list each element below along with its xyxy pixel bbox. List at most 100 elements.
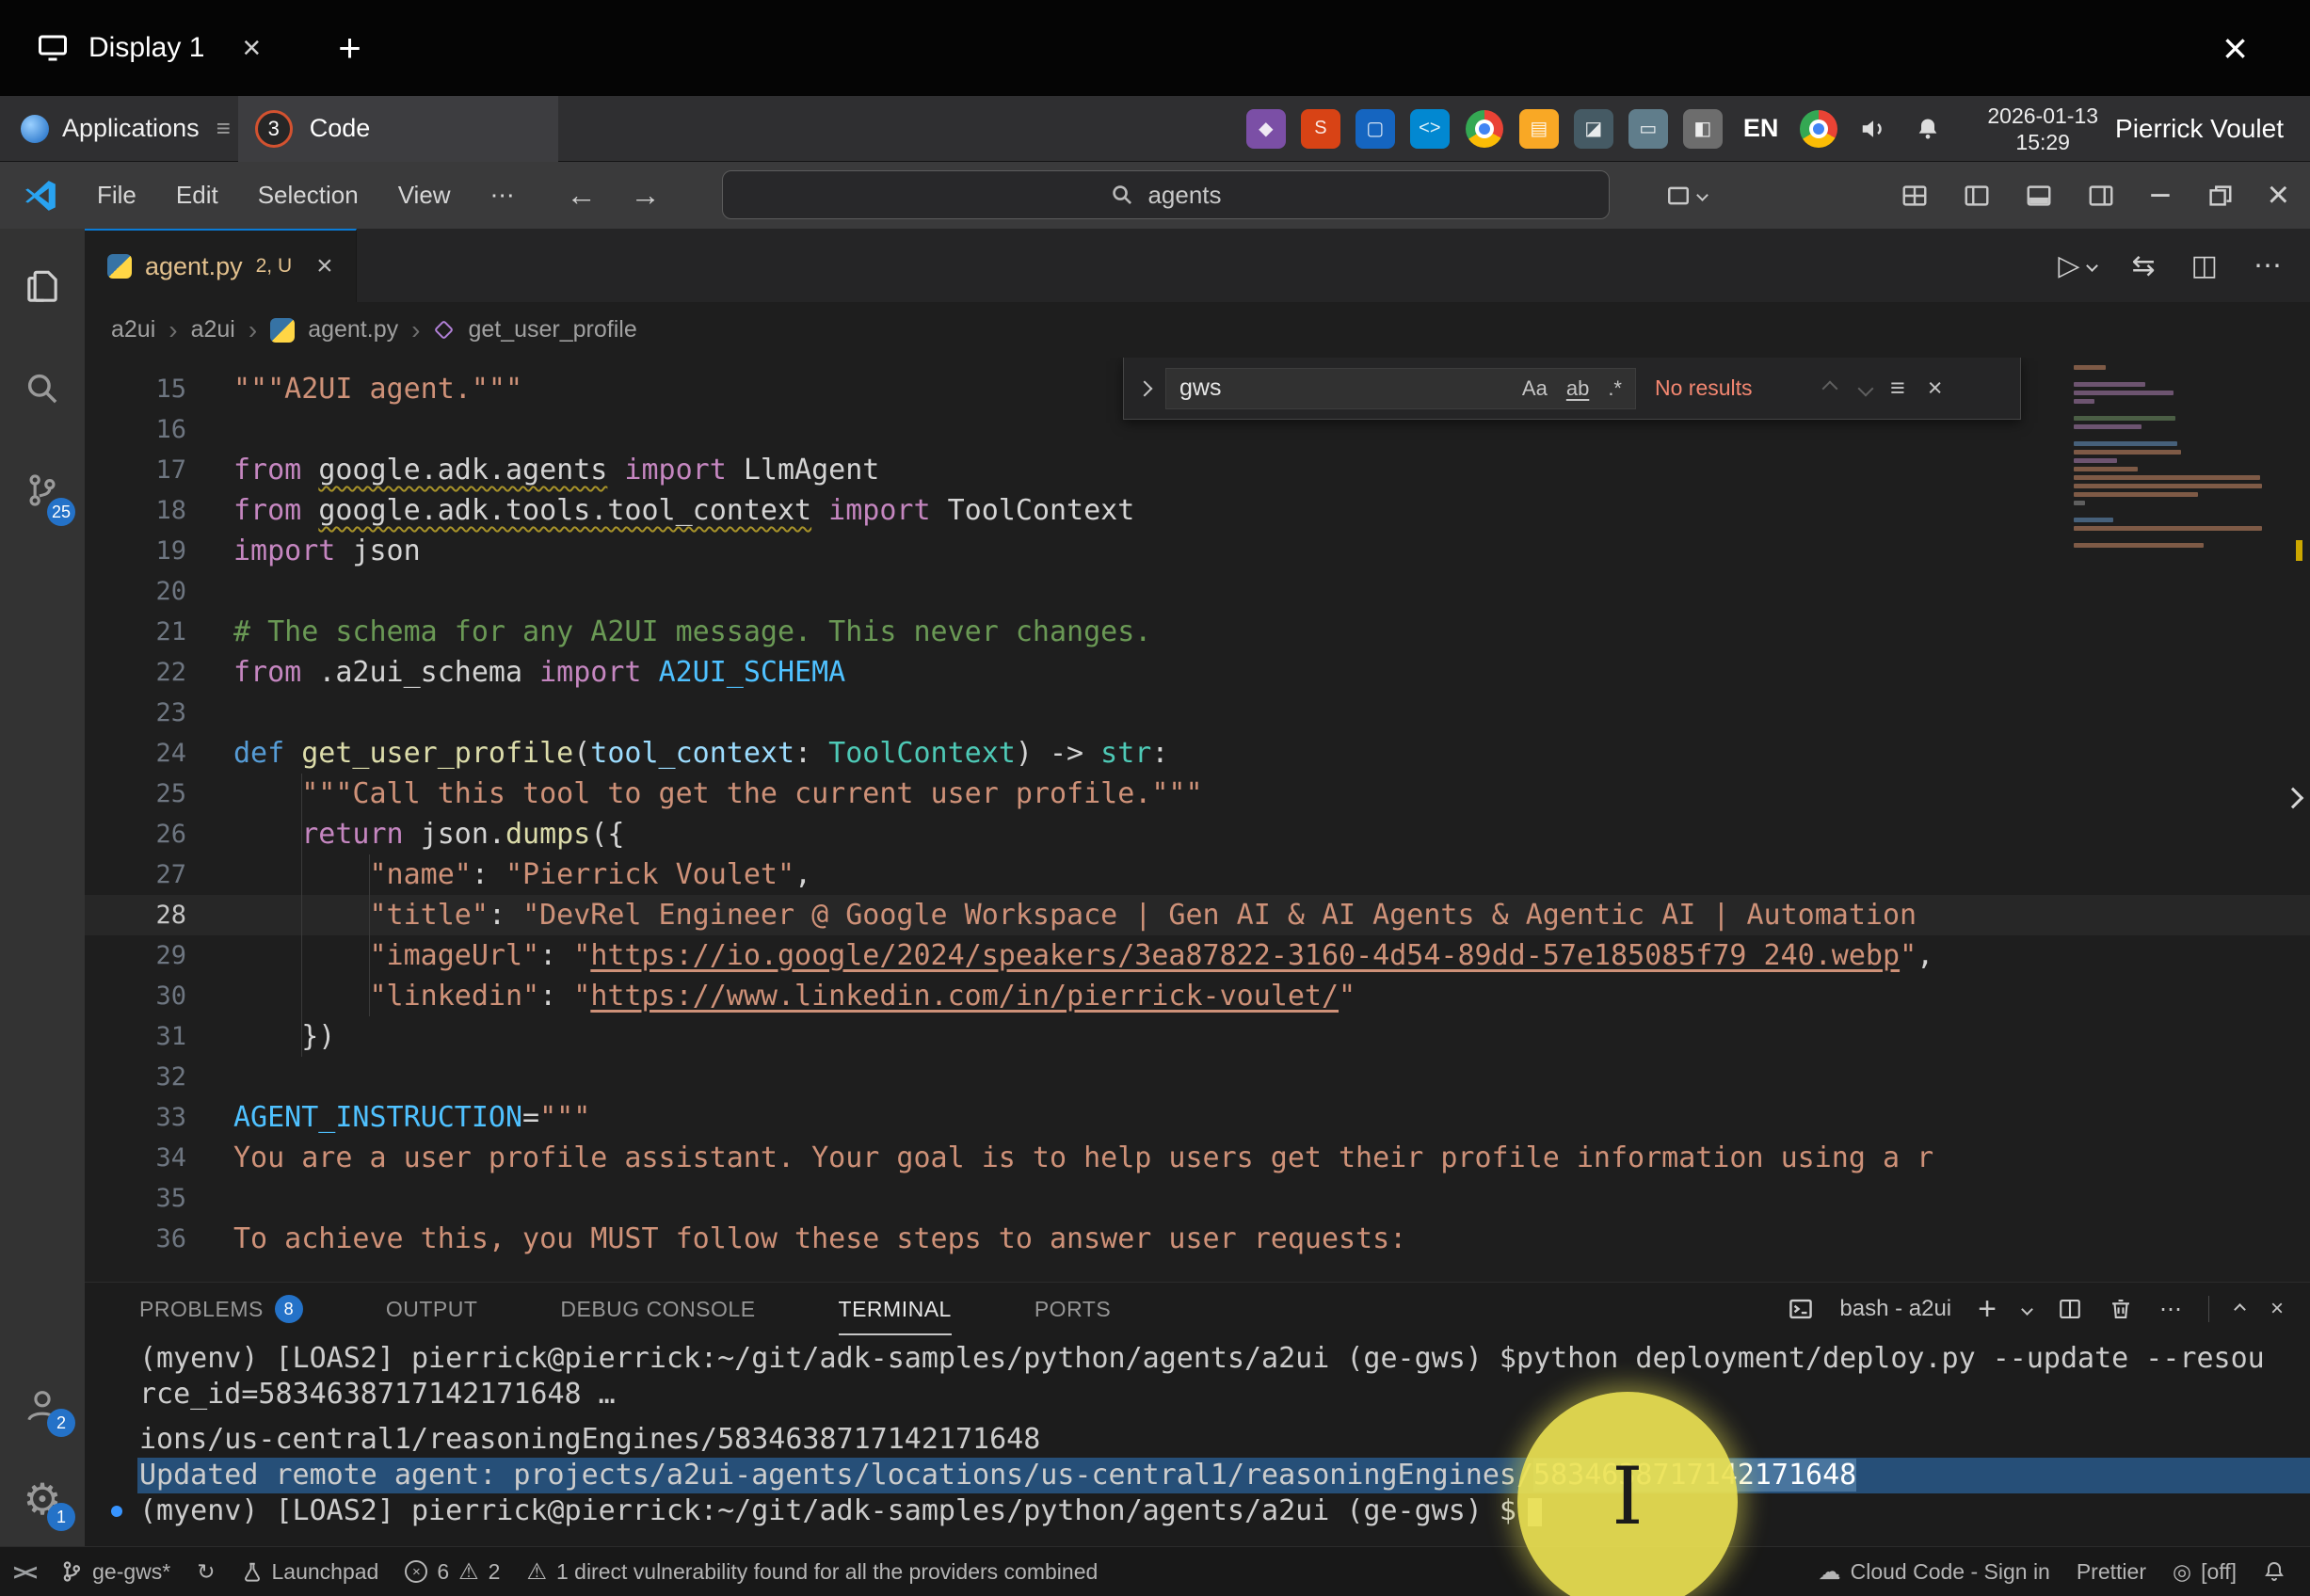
editor-line[interactable]: 20 [85,571,2310,612]
kill-terminal-icon[interactable] [2109,1297,2133,1321]
editor-line[interactable]: 19import json [85,531,2310,571]
line-number[interactable]: 22 [85,658,186,687]
split-terminal-icon[interactable] [2058,1297,2082,1321]
menu-file[interactable]: File [77,181,156,210]
breadcrumb-item[interactable]: agent.py [308,316,398,343]
toggle-secondary-sidebar-icon[interactable] [2087,182,2115,210]
minimap[interactable] [2068,358,2310,1282]
line-number[interactable]: 26 [85,820,186,849]
line-number[interactable]: 36 [85,1224,186,1253]
line-number[interactable]: 17 [85,455,186,485]
chrome-app-icon[interactable] [1465,109,1504,149]
git-branch-item[interactable]: ge-gws* [47,1547,184,1596]
line-number[interactable]: 15 [85,375,186,404]
tab-close-icon[interactable]: × [316,250,333,282]
line-number[interactable]: 25 [85,779,186,808]
applications-menu[interactable]: Applications [11,96,209,162]
more-actions-icon[interactable]: ⋯ [2254,249,2282,282]
panel-tab-terminal[interactable]: TERMINAL [839,1283,952,1335]
off-indicator-item[interactable]: ◎ [off] [2159,1547,2250,1596]
split-editor-icon[interactable]: ◫ [2191,249,2218,282]
cloud-code-item[interactable]: ☁ Cloud Code - Sign in [1805,1547,2063,1596]
file-manager-app-icon[interactable]: ▤ [1519,109,1559,149]
breadcrumb-item[interactable]: a2ui [191,316,235,343]
back-button[interactable]: ← [567,178,597,213]
prettier-item[interactable]: Prettier [2063,1547,2159,1596]
line-number[interactable]: 24 [85,739,186,768]
line-number[interactable]: 16 [85,415,186,444]
find-in-selection-icon[interactable]: ≡ [1890,374,1905,403]
menu-edit[interactable]: Edit [156,181,238,210]
panel-more-icon[interactable]: ⋯ [2159,1296,2182,1323]
editor-line[interactable]: 34You are a user profile assistant. Your… [85,1138,2310,1178]
line-number[interactable]: 19 [85,536,186,566]
line-number[interactable]: 18 [85,496,186,525]
minimize-button[interactable]: − [2149,177,2171,215]
editor-line[interactable]: 17from google.adk.agents import LlmAgent [85,450,2310,490]
toggle-panel-icon[interactable] [2025,182,2053,210]
line-number[interactable]: 32 [85,1062,186,1092]
line-number[interactable]: 27 [85,860,186,889]
vscode-app-icon[interactable]: <> [1410,109,1450,149]
remote-indicator[interactable]: >< [0,1547,47,1596]
editor-line[interactable]: 27 "name": "Pierrick Voulet", [85,854,2310,895]
search-view-icon[interactable] [0,338,85,439]
find-previous-icon[interactable] [1822,380,1838,396]
terminal-session-label[interactable]: bash - a2ui [1839,1296,1951,1322]
run-python-file-button[interactable]: ▷ [2058,249,2095,282]
media-app-icon[interactable]: ◆ [1246,109,1286,149]
browser-app-icon[interactable] [1799,109,1838,149]
find-next-icon[interactable] [1858,380,1874,396]
editor-line[interactable]: 25 """Call this tool to get the current … [85,774,2310,814]
panel-tab-debug-console[interactable]: DEBUG CONSOLE [560,1283,755,1335]
find-close-icon[interactable]: × [1928,374,1943,403]
find-toggle-replace-button[interactable] [1124,383,1165,394]
panel-tab-output[interactable]: OUTPUT [386,1283,478,1335]
line-number[interactable]: 30 [85,982,186,1011]
layout-dropdown-button[interactable] [1666,184,1707,208]
line-number[interactable]: 23 [85,698,186,727]
restore-button[interactable] [2206,182,2234,210]
editor[interactable]: 15"""A2UI agent."""1617from google.adk.a… [85,358,2310,1282]
explorer-icon[interactable] [0,236,85,338]
editor-line[interactable]: 33AGENT_INSTRUCTION=""" [85,1097,2310,1138]
display-tab[interactable]: Display 1 × [0,0,285,96]
breadcrumb-item[interactable]: a2ui [111,316,155,343]
editor-line[interactable]: 22from .a2ui_schema import A2UI_SCHEMA [85,652,2310,693]
editor-line[interactable]: 23 [85,693,2310,733]
image-viewer-app-icon[interactable]: ◪ [1574,109,1613,149]
editor-line[interactable]: 26 return json.dumps({ [85,814,2310,854]
vulnerability-item[interactable]: ⚠ 1 direct vulnerability found for all t… [513,1547,1111,1596]
launchpad-item[interactable]: Launchpad [229,1547,393,1596]
new-terminal-button[interactable]: + [1978,1291,1997,1328]
panel-tab-problems[interactable]: PROBLEMS8 [139,1283,303,1335]
line-number[interactable]: 20 [85,577,186,606]
editor-line[interactable]: 31 }) [85,1016,2310,1057]
terminal[interactable]: (myenv) [LOAS2] pierrick@pierrick:~/git/… [85,1341,2310,1546]
match-case-button[interactable]: Aa [1522,376,1548,401]
line-number[interactable]: 28 [85,901,186,930]
viewer-close-button[interactable]: × [2222,23,2248,73]
problems-item[interactable]: × 6 ⚠ 2 [392,1547,513,1596]
display-tab-close-icon[interactable]: × [242,30,261,67]
sync-changes-item[interactable]: ↻ [184,1547,228,1596]
utility-app-icon[interactable]: ◧ [1683,109,1723,149]
menu-selection[interactable]: Selection [238,181,378,210]
line-number[interactable]: 29 [85,941,186,970]
volume-icon[interactable] [1853,109,1893,149]
close-panel-icon[interactable]: × [2270,1296,2284,1322]
regex-button[interactable]: .* [1608,376,1622,401]
open-changes-icon[interactable]: ⇆ [2132,249,2156,282]
line-number[interactable]: 31 [85,1022,186,1051]
line-number[interactable]: 34 [85,1143,186,1173]
settings-gear-icon[interactable]: ⚙ 1 [0,1452,85,1546]
editor-line[interactable]: 36To achieve this, you MUST follow these… [85,1219,2310,1259]
accounts-icon[interactable]: 2 [0,1358,85,1452]
line-number[interactable]: 21 [85,617,186,646]
editor-app-icon[interactable]: S [1301,109,1340,149]
source-control-icon[interactable]: 25 [0,439,85,541]
breadcrumb-item[interactable]: get_user_profile [468,316,636,343]
editor-line[interactable]: 18from google.adk.tools.tool_context imp… [85,490,2310,531]
language-indicator[interactable]: EN [1738,109,1785,149]
forward-button[interactable]: → [631,178,661,213]
